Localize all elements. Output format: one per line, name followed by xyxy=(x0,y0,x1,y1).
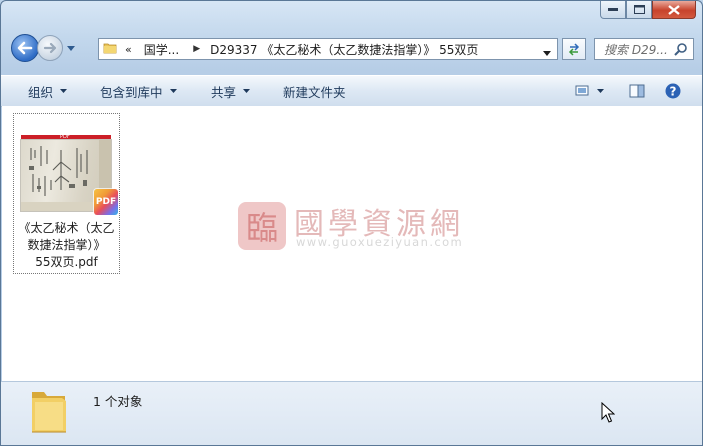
file-name[interactable]: 《太乙秘术（太乙 数捷法指掌）》 55双页.pdf xyxy=(16,220,117,271)
folder-icon xyxy=(29,386,69,439)
minimize-button[interactable] xyxy=(600,1,626,19)
chevron-down-icon xyxy=(169,89,177,93)
folder-icon xyxy=(103,41,117,58)
search-icon[interactable] xyxy=(674,42,688,59)
search-input[interactable]: 搜索 D29... xyxy=(594,38,694,60)
share-menu[interactable]: 共享 xyxy=(211,76,251,106)
caption-buttons xyxy=(600,1,696,19)
breadcrumb-item-current[interactable]: D29337 《太乙秘术（太乙数捷法指掌）》 55双页 xyxy=(210,41,478,58)
preview-pane-button[interactable] xyxy=(625,80,649,102)
chevron-down-icon xyxy=(60,89,68,93)
mouse-cursor-icon xyxy=(601,401,616,427)
forward-arrow-icon xyxy=(43,42,57,54)
recent-pages-button[interactable] xyxy=(66,43,76,53)
refresh-button[interactable] xyxy=(562,38,586,60)
back-arrow-icon xyxy=(17,41,33,55)
new-folder-button[interactable]: 新建文件夹 xyxy=(283,76,346,106)
pdf-badge-icon: PDF xyxy=(94,189,118,215)
file-name-line: 《太乙秘术（太乙 xyxy=(18,221,115,235)
breadcrumb-overflow[interactable]: « xyxy=(125,43,132,56)
file-list-area[interactable]: PDF PDF 《太乙秘术（太乙 数捷法指掌）》 55双页.pdf 臨 國學資源… xyxy=(2,106,698,381)
maximize-icon xyxy=(633,5,645,14)
include-in-library-menu[interactable]: 包含到库中 xyxy=(100,76,177,106)
address-dropdown-button[interactable] xyxy=(543,45,551,59)
svg-text:?: ? xyxy=(670,85,677,99)
view-icon xyxy=(575,85,604,96)
back-button[interactable] xyxy=(11,34,39,62)
chevron-down-icon xyxy=(243,89,251,93)
watermark: 臨 國學資源網 www.guoxueziyuan.com xyxy=(238,199,468,259)
breadcrumb-item-guoxue[interactable]: 国学... xyxy=(144,41,179,58)
chevron-down-icon xyxy=(543,51,551,56)
file-name-line: 数捷法指掌）》 xyxy=(27,238,106,252)
maximize-button[interactable] xyxy=(626,1,652,19)
help-icon: ? xyxy=(665,83,681,99)
watermark-url: www.guoxueziyuan.com xyxy=(296,235,464,249)
share-label: 共享 xyxy=(211,84,237,100)
new-folder-label: 新建文件夹 xyxy=(283,84,346,100)
change-view-button[interactable] xyxy=(571,80,609,102)
chevron-down-icon xyxy=(67,45,75,51)
organize-label: 组织 xyxy=(28,84,54,100)
explorer-window: « 国学... ▶ D29337 《太乙秘术（太乙数捷法指掌）》 55双页 搜索… xyxy=(0,0,703,446)
close-button[interactable] xyxy=(652,1,696,19)
content-edge xyxy=(698,106,702,381)
address-bar[interactable]: « 国学... ▶ D29337 《太乙秘术（太乙数捷法指掌）》 55双页 xyxy=(98,38,558,60)
navigation-buttons xyxy=(11,34,76,62)
search-placeholder: 搜索 D29... xyxy=(604,42,668,57)
refresh-icon xyxy=(568,42,580,56)
breadcrumb-separator-icon[interactable]: ▶ xyxy=(193,44,200,54)
include-in-library-label: 包含到库中 xyxy=(100,84,163,100)
command-bar: 组织 包含到库中 共享 新建文件夹 ? xyxy=(1,75,702,107)
details-pane: 1 个对象 xyxy=(1,381,702,445)
help-button[interactable]: ? xyxy=(661,80,685,102)
pdf-badge-label: PDF xyxy=(95,197,117,207)
preview-pane-icon xyxy=(629,84,645,98)
file-item-pdf[interactable]: PDF PDF 《太乙秘术（太乙 数捷法指掌）》 55双页.pdf xyxy=(13,113,120,274)
close-icon xyxy=(668,4,680,15)
organize-menu[interactable]: 组织 xyxy=(28,76,68,106)
watermark-logo-icon: 臨 xyxy=(238,202,286,250)
item-count: 1 个对象 xyxy=(93,394,143,409)
minimize-icon xyxy=(608,7,618,11)
file-name-line: 55双页.pdf xyxy=(35,255,98,269)
watermark-logo-glyph: 臨 xyxy=(245,209,278,247)
forward-button[interactable] xyxy=(37,35,63,61)
